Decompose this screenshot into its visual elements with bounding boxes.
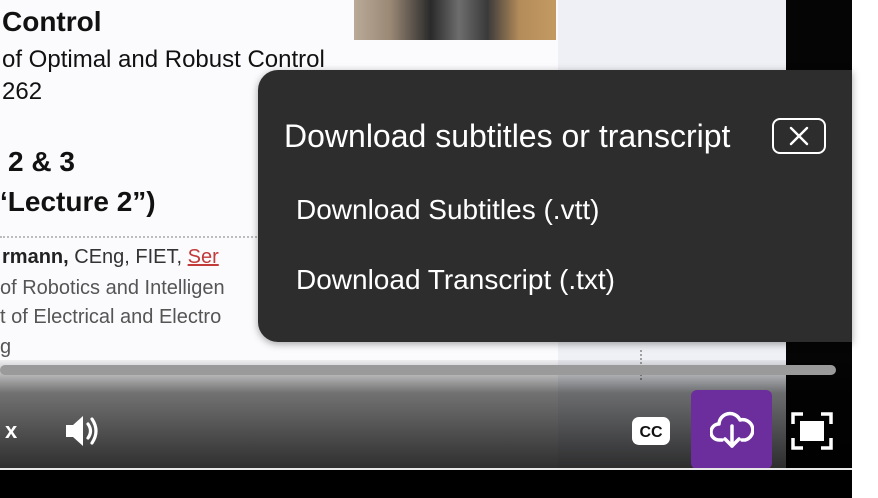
slide-author: rmann, CEng, FIET, Ser: [2, 246, 219, 269]
volume-button[interactable]: [60, 408, 106, 454]
slide-lecture-line1: 2 & 3: [8, 146, 75, 177]
close-icon: [789, 126, 809, 146]
author-link: Ser: [187, 246, 219, 268]
player-bottom-bar: [0, 470, 852, 498]
page-margin: [852, 0, 878, 498]
cloud-download-icon: [709, 411, 754, 448]
slide-affiliation-line2: t of Electrical and Electro: [0, 306, 222, 328]
download-transcript-item[interactable]: Download Transcript (.txt): [296, 264, 615, 296]
slide-affiliation-line3: g: [0, 336, 12, 358]
slide-affiliation-line1: of Robotics and Intelligen: [0, 277, 225, 299]
download-menu-title: Download subtitles or transcript: [284, 118, 731, 154]
slide-subtitle-line2: 262: [2, 78, 43, 105]
closed-captions-icon: CC: [632, 417, 670, 445]
playback-speed-button[interactable]: x: [5, 418, 17, 444]
slide-lecture-line2: ‘Lecture 2”): [0, 186, 156, 217]
close-menu-button[interactable]: [772, 118, 826, 154]
fullscreen-icon: [791, 412, 833, 450]
svg-text:CC: CC: [639, 424, 663, 441]
slide-photo: [354, 0, 556, 40]
volume-icon: [66, 416, 98, 446]
slide-divider: [0, 236, 300, 238]
download-menu: Download subtitles or transcript Downloa…: [258, 70, 852, 342]
closed-captions-button[interactable]: CC: [628, 410, 674, 452]
download-button[interactable]: [691, 390, 772, 469]
fullscreen-button[interactable]: [788, 408, 836, 454]
download-subtitles-item[interactable]: Download Subtitles (.vtt): [296, 194, 599, 226]
author-creds: CEng, FIET,: [68, 246, 188, 268]
author-name: rmann,: [2, 246, 69, 268]
progress-bar[interactable]: [0, 365, 836, 375]
slide-title: Control: [2, 6, 102, 37]
